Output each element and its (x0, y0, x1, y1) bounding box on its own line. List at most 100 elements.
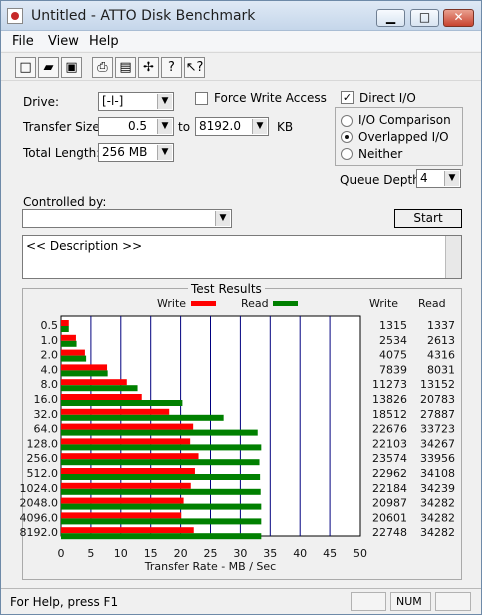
read-value: 13152 (420, 378, 455, 391)
read-bar (61, 488, 261, 495)
status-bar: For Help, press F1 NUM (1, 588, 481, 614)
x-tick-label: 20 (174, 547, 188, 560)
status-num-panel: NUM (390, 592, 431, 611)
write-bar (61, 423, 194, 430)
read-value: 20783 (420, 393, 455, 406)
category-label: 4.0 (41, 363, 59, 376)
read-bar (61, 459, 260, 466)
write-value: 22184 (372, 482, 407, 495)
read-value: 2613 (427, 334, 455, 347)
write-bar (61, 320, 69, 326)
read-value: 34108 (420, 467, 455, 480)
write-bar (61, 408, 170, 415)
category-label: 256.0 (27, 452, 59, 465)
write-value: 18512 (372, 408, 407, 421)
x-tick-label: 45 (323, 547, 337, 560)
x-tick-label: 50 (353, 547, 367, 560)
write-bar (61, 527, 194, 534)
read-value: 27887 (420, 408, 455, 421)
read-bar (61, 429, 258, 436)
x-tick-label: 15 (144, 547, 158, 560)
write-value: 1315 (379, 319, 407, 332)
write-bar (61, 438, 191, 445)
category-label: 8.0 (41, 378, 59, 391)
write-value: 20987 (372, 497, 407, 510)
read-column-header: Read (418, 297, 446, 310)
x-tick-label: 5 (87, 547, 94, 560)
benchmark-chart: 0 5 10 15 20 25 30 35 40 45 50 Transfer Rate - MB /… (20, 297, 456, 573)
x-tick-label: 25 (204, 547, 218, 560)
write-bar (61, 497, 184, 504)
write-bar (61, 512, 182, 519)
category-label: 4096.0 (20, 511, 59, 524)
write-value: 4075 (379, 349, 407, 362)
write-bar (61, 379, 127, 386)
read-value: 34282 (420, 526, 455, 539)
read-value: 34267 (420, 437, 455, 450)
x-tick-label: 0 (58, 547, 65, 560)
write-bar (61, 482, 191, 489)
category-label: 128.0 (27, 437, 59, 450)
read-value: 4316 (427, 349, 455, 362)
write-bar (61, 468, 195, 474)
legend-read-label: Read (241, 297, 269, 310)
x-axis-title: Transfer Rate - MB / Sec (144, 560, 276, 573)
legend-write-swatch (191, 301, 216, 306)
write-column-header: Write (369, 297, 398, 310)
category-label: 0.5 (41, 319, 59, 332)
write-value: 22676 (372, 423, 407, 436)
write-bar (61, 349, 85, 356)
read-bar (61, 474, 261, 480)
write-value: 11273 (372, 378, 407, 391)
read-value: 34282 (420, 511, 455, 524)
write-bar (61, 394, 142, 400)
status-help-text: For Help, press F1 (10, 595, 119, 609)
read-bar (61, 385, 138, 392)
write-value: 22748 (372, 526, 407, 539)
legend-read-swatch (273, 301, 298, 306)
category-label: 8192.0 (20, 526, 59, 539)
category-label: 32.0 (34, 408, 59, 421)
write-value: 22962 (372, 467, 407, 480)
status-panel-blank (351, 592, 386, 611)
write-bar (61, 453, 199, 460)
read-bar (61, 518, 262, 525)
category-label: 2.0 (41, 349, 59, 362)
read-bar (61, 326, 69, 332)
status-panel-empty (435, 592, 471, 611)
category-label: 1024.0 (20, 482, 59, 495)
x-tick-label: 40 (293, 547, 307, 560)
write-bar (61, 334, 76, 341)
read-value: 33956 (420, 452, 455, 465)
x-tick-label: 10 (114, 547, 128, 560)
write-bar (61, 364, 108, 371)
write-value: 2534 (379, 334, 407, 347)
x-tick-label: 35 (263, 547, 277, 560)
write-value: 23574 (372, 452, 407, 465)
write-value: 22103 (372, 437, 407, 450)
write-value: 13826 (372, 393, 407, 406)
read-bar (61, 340, 77, 347)
category-label: 2048.0 (20, 497, 59, 510)
read-value: 1337 (427, 319, 455, 332)
category-label: 64.0 (34, 423, 59, 436)
read-bar (61, 503, 262, 510)
read-bar (61, 355, 87, 362)
read-bar (61, 444, 262, 451)
read-bar (61, 400, 183, 406)
read-value: 8031 (427, 363, 455, 376)
read-value: 33723 (420, 423, 455, 436)
read-value: 34239 (420, 482, 455, 495)
write-value: 7839 (379, 363, 407, 376)
read-value: 34282 (420, 497, 455, 510)
category-label: 16.0 (34, 393, 59, 406)
write-value: 20601 (372, 511, 407, 524)
read-bar (61, 533, 262, 540)
read-bar (61, 414, 224, 421)
x-tick-label: 30 (233, 547, 247, 560)
legend-write-label: Write (157, 297, 186, 310)
category-label: 512.0 (27, 467, 59, 480)
read-bar (61, 370, 108, 377)
atto-window: Untitled - ATTO Disk Benchmark ▁ □ ✕ Fil… (0, 0, 482, 615)
category-label: 1.0 (41, 334, 59, 347)
